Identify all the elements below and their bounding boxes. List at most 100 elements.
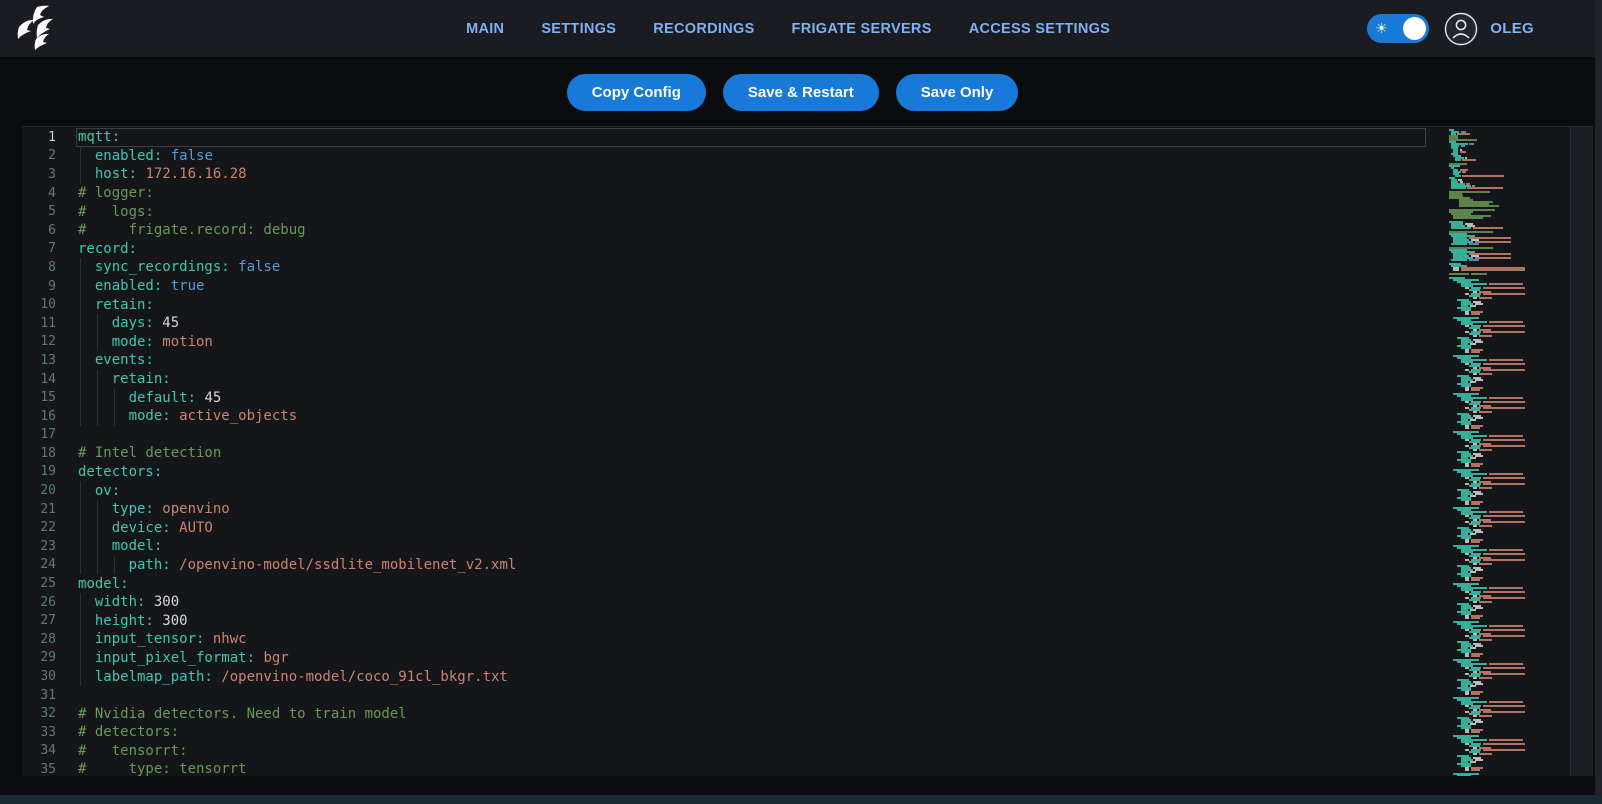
line-number: 31 — [22, 688, 56, 703]
line-number: 12 — [22, 334, 56, 349]
nav-item-recordings[interactable]: RECORDINGS — [653, 21, 754, 37]
copy-config-button[interactable]: Copy Config — [567, 74, 706, 111]
code-line[interactable]: 7 record: — [22, 240, 1449, 259]
save-restart-button[interactable]: Save & Restart — [723, 74, 879, 111]
code-text: model: — [78, 576, 129, 592]
username-label[interactable]: OLEG — [1490, 20, 1534, 37]
indent-guide — [80, 500, 81, 519]
code-text: device: AUTO — [78, 520, 213, 536]
code-line[interactable]: 5# logs: — [22, 202, 1449, 221]
code-line[interactable]: 34# tensorrt: — [22, 742, 1449, 761]
indent-guide — [80, 649, 81, 668]
line-number: 7 — [22, 241, 56, 256]
code-line[interactable]: 31 — [22, 686, 1449, 705]
code-text: # logger: — [78, 185, 154, 201]
code-line[interactable]: 27 height: 300 — [22, 611, 1449, 630]
line-number: 14 — [22, 372, 56, 387]
code-line[interactable]: 13 events: — [22, 351, 1449, 370]
top-nav-bar: MAIN SETTINGS RECORDINGS FRIGATE SERVERS… — [0, 0, 1602, 57]
indent-guide — [80, 388, 81, 407]
nav-item-settings[interactable]: SETTINGS — [541, 21, 616, 37]
editor-minimap[interactable] — [1449, 129, 1525, 776]
code-line[interactable]: 15 default: 45 — [22, 388, 1449, 407]
code-line[interactable]: 12 mode: motion — [22, 333, 1449, 352]
code-line[interactable]: 25 model: — [22, 574, 1449, 593]
code-text: detectors: — [78, 464, 162, 480]
code-line[interactable]: 3 host: 172.16.16.28 — [22, 165, 1449, 184]
code-line[interactable]: 1mqtt: — [22, 128, 1449, 147]
code-line[interactable]: 11 days: 45 — [22, 314, 1449, 333]
code-line[interactable]: 24 path: /openvino-model/ssdlite_mobilen… — [22, 556, 1449, 575]
nav-item-access-settings[interactable]: ACCESS SETTINGS — [969, 21, 1110, 37]
line-number: 35 — [22, 762, 56, 776]
code-line[interactable]: 30 labelmap_path: /openvino-model/coco_9… — [22, 667, 1449, 686]
indent-guide — [97, 314, 98, 333]
line-number: 4 — [22, 186, 56, 201]
code-text: retain: — [78, 297, 154, 313]
code-text: ov: — [78, 483, 120, 499]
theme-toggle[interactable]: ☀ — [1367, 14, 1429, 43]
line-number: 1 — [22, 130, 56, 145]
code-line[interactable]: 26 width: 300 — [22, 593, 1449, 612]
editor-scrollbar-vertical[interactable] — [1570, 127, 1593, 776]
code-line[interactable]: 14 retain: — [22, 370, 1449, 389]
code-line[interactable]: 17 — [22, 426, 1449, 445]
code-text: # detectors: — [78, 724, 179, 740]
indent-guide — [80, 593, 81, 612]
code-text: # frigate.record: debug — [78, 222, 306, 238]
save-only-button[interactable]: Save Only — [896, 74, 1019, 111]
code-line[interactable]: 32# Nvidia detectors. Need to train mode… — [22, 704, 1449, 723]
code-text: default: 45 — [78, 390, 221, 406]
code-line[interactable]: 23 model: — [22, 537, 1449, 556]
code-line[interactable]: 4 # logger: — [22, 184, 1449, 203]
code-line[interactable]: 33# detectors: — [22, 723, 1449, 742]
code-line[interactable]: 22 device: AUTO — [22, 518, 1449, 537]
code-line[interactable]: 29 input_pixel_format: bgr — [22, 649, 1449, 668]
code-text: type: openvino — [78, 501, 230, 517]
code-text: record: — [78, 241, 137, 257]
indent-guide — [80, 147, 81, 166]
indent-guide — [97, 500, 98, 519]
line-number: 19 — [22, 464, 56, 479]
line-number: 25 — [22, 576, 56, 591]
code-text: enabled: true — [78, 278, 204, 294]
frigate-logo-icon[interactable] — [12, 5, 58, 57]
code-text: input_pixel_format: bgr — [78, 650, 289, 666]
indent-guide — [80, 611, 81, 630]
code-line[interactable]: 6# frigate.record: debug — [22, 221, 1449, 240]
indent-guide — [80, 295, 81, 314]
code-text: input_tensor: nhwc — [78, 631, 247, 647]
code-text: events: — [78, 352, 154, 368]
code-line[interactable]: 35# type: tensorrt — [22, 760, 1449, 776]
line-number: 22 — [22, 520, 56, 535]
line-number: 26 — [22, 595, 56, 610]
code-line[interactable]: 8 sync_recordings: false — [22, 258, 1449, 277]
sun-icon: ☀ — [1375, 20, 1388, 37]
browser-scrollbar-horizontal[interactable] — [0, 795, 1602, 804]
indent-guide — [80, 351, 81, 370]
code-line[interactable]: 10 retain: — [22, 295, 1449, 314]
code-lines[interactable]: 1mqtt:2 enabled: false3 host: 172.16.16.… — [22, 128, 1449, 776]
code-text: # Nvidia detectors. Need to train model — [78, 706, 407, 722]
code-line[interactable]: 21 type: openvino — [22, 500, 1449, 519]
toggle-knob[interactable] — [1403, 17, 1426, 40]
code-line[interactable]: 9 enabled: true — [22, 277, 1449, 296]
nav-item-main[interactable]: MAIN — [466, 21, 504, 37]
config-editor[interactable]: 1mqtt:2 enabled: false3 host: 172.16.16.… — [22, 126, 1593, 776]
code-line[interactable]: 2 enabled: false — [22, 147, 1449, 166]
code-line[interactable]: 16 mode: active_objects — [22, 407, 1449, 426]
code-line[interactable]: 19 detectors: — [22, 463, 1449, 482]
line-number: 24 — [22, 557, 56, 572]
browser-scrollbar-vertical[interactable] — [1595, 0, 1602, 804]
code-line[interactable]: 28 input_tensor: nhwc — [22, 630, 1449, 649]
code-text: model: — [78, 538, 162, 554]
code-line[interactable]: 18# Intel detection — [22, 444, 1449, 463]
code-line[interactable]: 20 ov: — [22, 481, 1449, 500]
user-menu[interactable]: OLEG — [1444, 12, 1534, 46]
user-avatar[interactable] — [1444, 12, 1478, 46]
indent-guide — [97, 388, 98, 407]
line-number: 3 — [22, 167, 56, 182]
nav-item-frigate-servers[interactable]: FRIGATE SERVERS — [792, 21, 932, 37]
indent-guide — [114, 388, 115, 407]
code-text: labelmap_path: /openvino-model/coco_91cl… — [78, 669, 508, 685]
